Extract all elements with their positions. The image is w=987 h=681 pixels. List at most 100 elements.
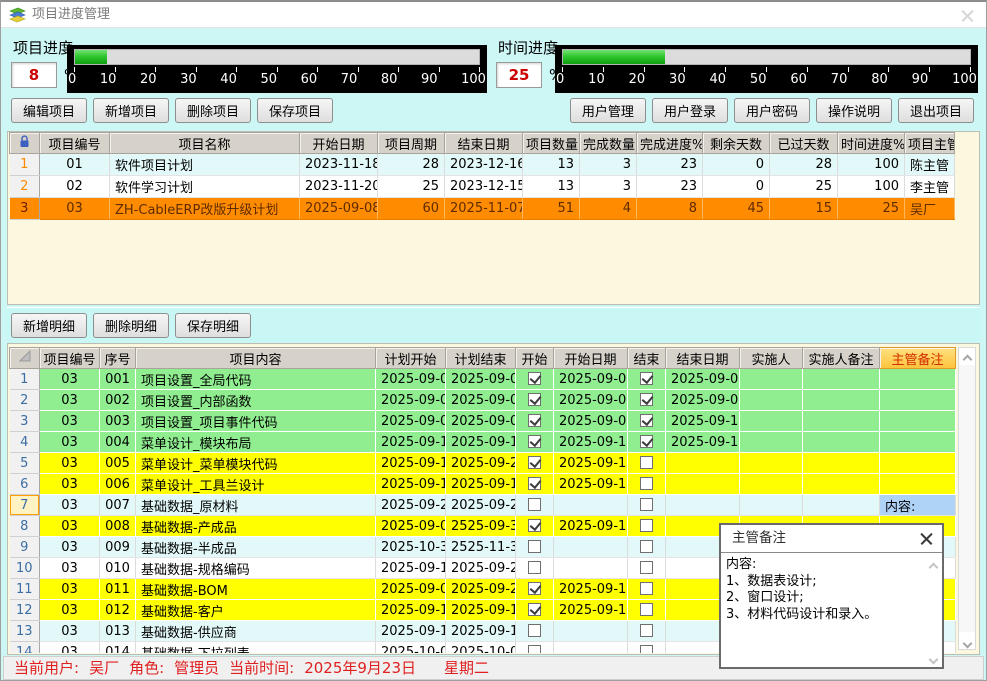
detail-row[interactable]: 103001项目设置_全局代码2025-09-082025-09-092025-… xyxy=(10,369,956,390)
cell-start-flag[interactable] xyxy=(516,516,554,537)
cell-plan-start[interactable]: 2025-09-18 xyxy=(376,558,446,579)
cell-seq[interactable]: 003 xyxy=(100,411,136,432)
cell-executor[interactable] xyxy=(740,390,803,411)
detail-row[interactable]: 203002项目设置_内部函数2025-09-092025-09-092025-… xyxy=(10,390,956,411)
cell-end-flag[interactable] xyxy=(628,642,666,654)
cell-plan-start[interactable]: 2025-09-09 xyxy=(376,579,446,600)
header-cell-plan-end[interactable]: 计划结束 xyxy=(446,348,516,369)
cell-content[interactable]: 基础数据-下拉列表 xyxy=(136,642,376,654)
header-cell-project-id[interactable]: 项目编号 xyxy=(40,348,100,369)
cell-project-id[interactable]: 03 xyxy=(40,537,100,558)
delete-project-button[interactable]: 删除项目 xyxy=(175,98,251,123)
cell-end-flag[interactable] xyxy=(628,390,666,411)
cell-end-flag[interactable] xyxy=(628,432,666,453)
row-number[interactable]: 9 xyxy=(10,537,40,558)
end-checkbox[interactable] xyxy=(640,645,653,654)
header-cell-project-name[interactable]: 项目名称 xyxy=(110,133,300,154)
header-cell-done-percent[interactable]: 完成进度% xyxy=(637,133,703,154)
cell-start-date[interactable]: 2025-09-10 xyxy=(554,432,628,453)
window-close-icon[interactable] xyxy=(961,9,974,22)
cell-manager[interactable]: 吴厂 xyxy=(905,198,955,220)
cell-end-flag[interactable] xyxy=(628,453,666,474)
cell-plan-end[interactable]: 2025-09-10 xyxy=(446,432,516,453)
cell-plan-start[interactable]: 2025-09-12 xyxy=(376,600,446,621)
lock-header-cell[interactable] xyxy=(10,133,40,154)
cell-seq[interactable]: 002 xyxy=(100,390,136,411)
cell-project-id[interactable]: 03 xyxy=(40,198,110,220)
cell-start-date[interactable] xyxy=(554,495,628,516)
cell-executor[interactable] xyxy=(740,411,803,432)
edit-project-button[interactable]: 编辑项目 xyxy=(11,98,87,123)
header-cell-manager-note[interactable]: 主管备注 xyxy=(880,348,956,369)
cell-content[interactable]: 项目设置_内部函数 xyxy=(136,390,376,411)
row-number[interactable]: 1 xyxy=(10,369,40,390)
cell-content[interactable]: 项目设置_全局代码 xyxy=(136,369,376,390)
start-checkbox[interactable] xyxy=(528,540,541,553)
cell-end-flag[interactable] xyxy=(628,621,666,642)
scroll-up-button[interactable] xyxy=(959,348,975,365)
cell-start-flag[interactable] xyxy=(516,537,554,558)
cell-content[interactable]: 基础数据-BOM xyxy=(136,579,376,600)
end-checkbox[interactable] xyxy=(640,624,653,637)
cell-start-flag[interactable] xyxy=(516,642,554,654)
row-number[interactable]: 3 xyxy=(10,411,40,432)
cell-seq[interactable]: 012 xyxy=(100,600,136,621)
header-cell-content[interactable]: 项目内容 xyxy=(136,348,376,369)
cell-executor[interactable] xyxy=(740,474,803,495)
user-manage-button[interactable]: 用户管理 xyxy=(570,98,646,123)
start-checkbox[interactable] xyxy=(528,603,541,616)
cell-seq[interactable]: 009 xyxy=(100,537,136,558)
cell-content[interactable]: 基础数据_原材料 xyxy=(136,495,376,516)
start-checkbox[interactable] xyxy=(528,561,541,574)
cell-end-flag[interactable] xyxy=(628,474,666,495)
cell-content[interactable]: 菜单设计_工具兰设计 xyxy=(136,474,376,495)
cell-period[interactable]: 25 xyxy=(378,176,445,198)
start-checkbox[interactable] xyxy=(528,624,541,637)
cell-item-count[interactable]: 51 xyxy=(523,198,580,220)
cell-end-date[interactable]: 2025-09-10 xyxy=(666,411,740,432)
end-checkbox[interactable] xyxy=(640,414,653,427)
cell-start-flag[interactable] xyxy=(516,600,554,621)
cell-project-id[interactable]: 02 xyxy=(40,176,110,198)
end-checkbox[interactable] xyxy=(640,372,653,385)
cell-content[interactable]: 基础数据-半成品 xyxy=(136,537,376,558)
start-checkbox[interactable] xyxy=(528,372,541,385)
cell-start-date[interactable] xyxy=(554,642,628,654)
cell-start-date[interactable]: 2025-09-10 xyxy=(554,474,628,495)
cell-project-id[interactable]: 03 xyxy=(40,474,100,495)
cell-end-date[interactable]: 2023-12-16 xyxy=(445,154,523,176)
cell-seq[interactable]: 014 xyxy=(100,642,136,654)
user-login-button[interactable]: 用户登录 xyxy=(652,98,728,123)
cell-end-flag[interactable] xyxy=(628,558,666,579)
cell-start-date[interactable]: 2025-09-10 xyxy=(554,453,628,474)
header-cell-end-date[interactable]: 结束日期 xyxy=(445,133,523,154)
cell-end-flag[interactable] xyxy=(628,579,666,600)
cell-start-flag[interactable] xyxy=(516,432,554,453)
cell-plan-start[interactable]: 2025-09-06 xyxy=(376,516,446,537)
row-number[interactable]: 12 xyxy=(10,600,40,621)
project-row[interactable]: 101软件项目计划2023-11-18282023-12-16133230281… xyxy=(10,154,955,176)
cell-manager[interactable]: 陈主管 xyxy=(905,154,955,176)
cell-start-date[interactable]: 2025-09-08 xyxy=(554,369,628,390)
cell-project-id[interactable]: 03 xyxy=(40,600,100,621)
cell-start-flag[interactable] xyxy=(516,579,554,600)
cell-start-date[interactable]: 2025-09-10 xyxy=(554,579,628,600)
cell-seq[interactable]: 008 xyxy=(100,516,136,537)
end-checkbox[interactable] xyxy=(640,477,653,490)
header-cell-executor[interactable]: 实施人 xyxy=(740,348,803,369)
header-cell-seq[interactable]: 序号 xyxy=(100,348,136,369)
header-cell-item-count[interactable]: 项目数量 xyxy=(523,133,580,154)
project-row[interactable]: 303ZH-CableERP改版升级计划2025-09-08602025-11-… xyxy=(10,198,955,220)
cell-plan-end[interactable]: 2025-09-12 xyxy=(446,600,516,621)
start-checkbox[interactable] xyxy=(528,414,541,427)
row-number[interactable]: 14 xyxy=(10,642,40,654)
row-number[interactable]: 10 xyxy=(10,558,40,579)
cell-executor-note[interactable] xyxy=(803,495,880,516)
cell-manager-note[interactable] xyxy=(880,474,956,495)
cell-days-left[interactable]: 0 xyxy=(703,176,770,198)
cell-executor-note[interactable] xyxy=(803,474,880,495)
cell-seq[interactable]: 011 xyxy=(100,579,136,600)
cell-plan-start[interactable]: 2025-09-09 xyxy=(376,411,446,432)
detail-row[interactable]: 603006菜单设计_工具兰设计2025-09-122025-09-132025… xyxy=(10,474,956,495)
cell-days-past[interactable]: 15 xyxy=(770,198,838,220)
